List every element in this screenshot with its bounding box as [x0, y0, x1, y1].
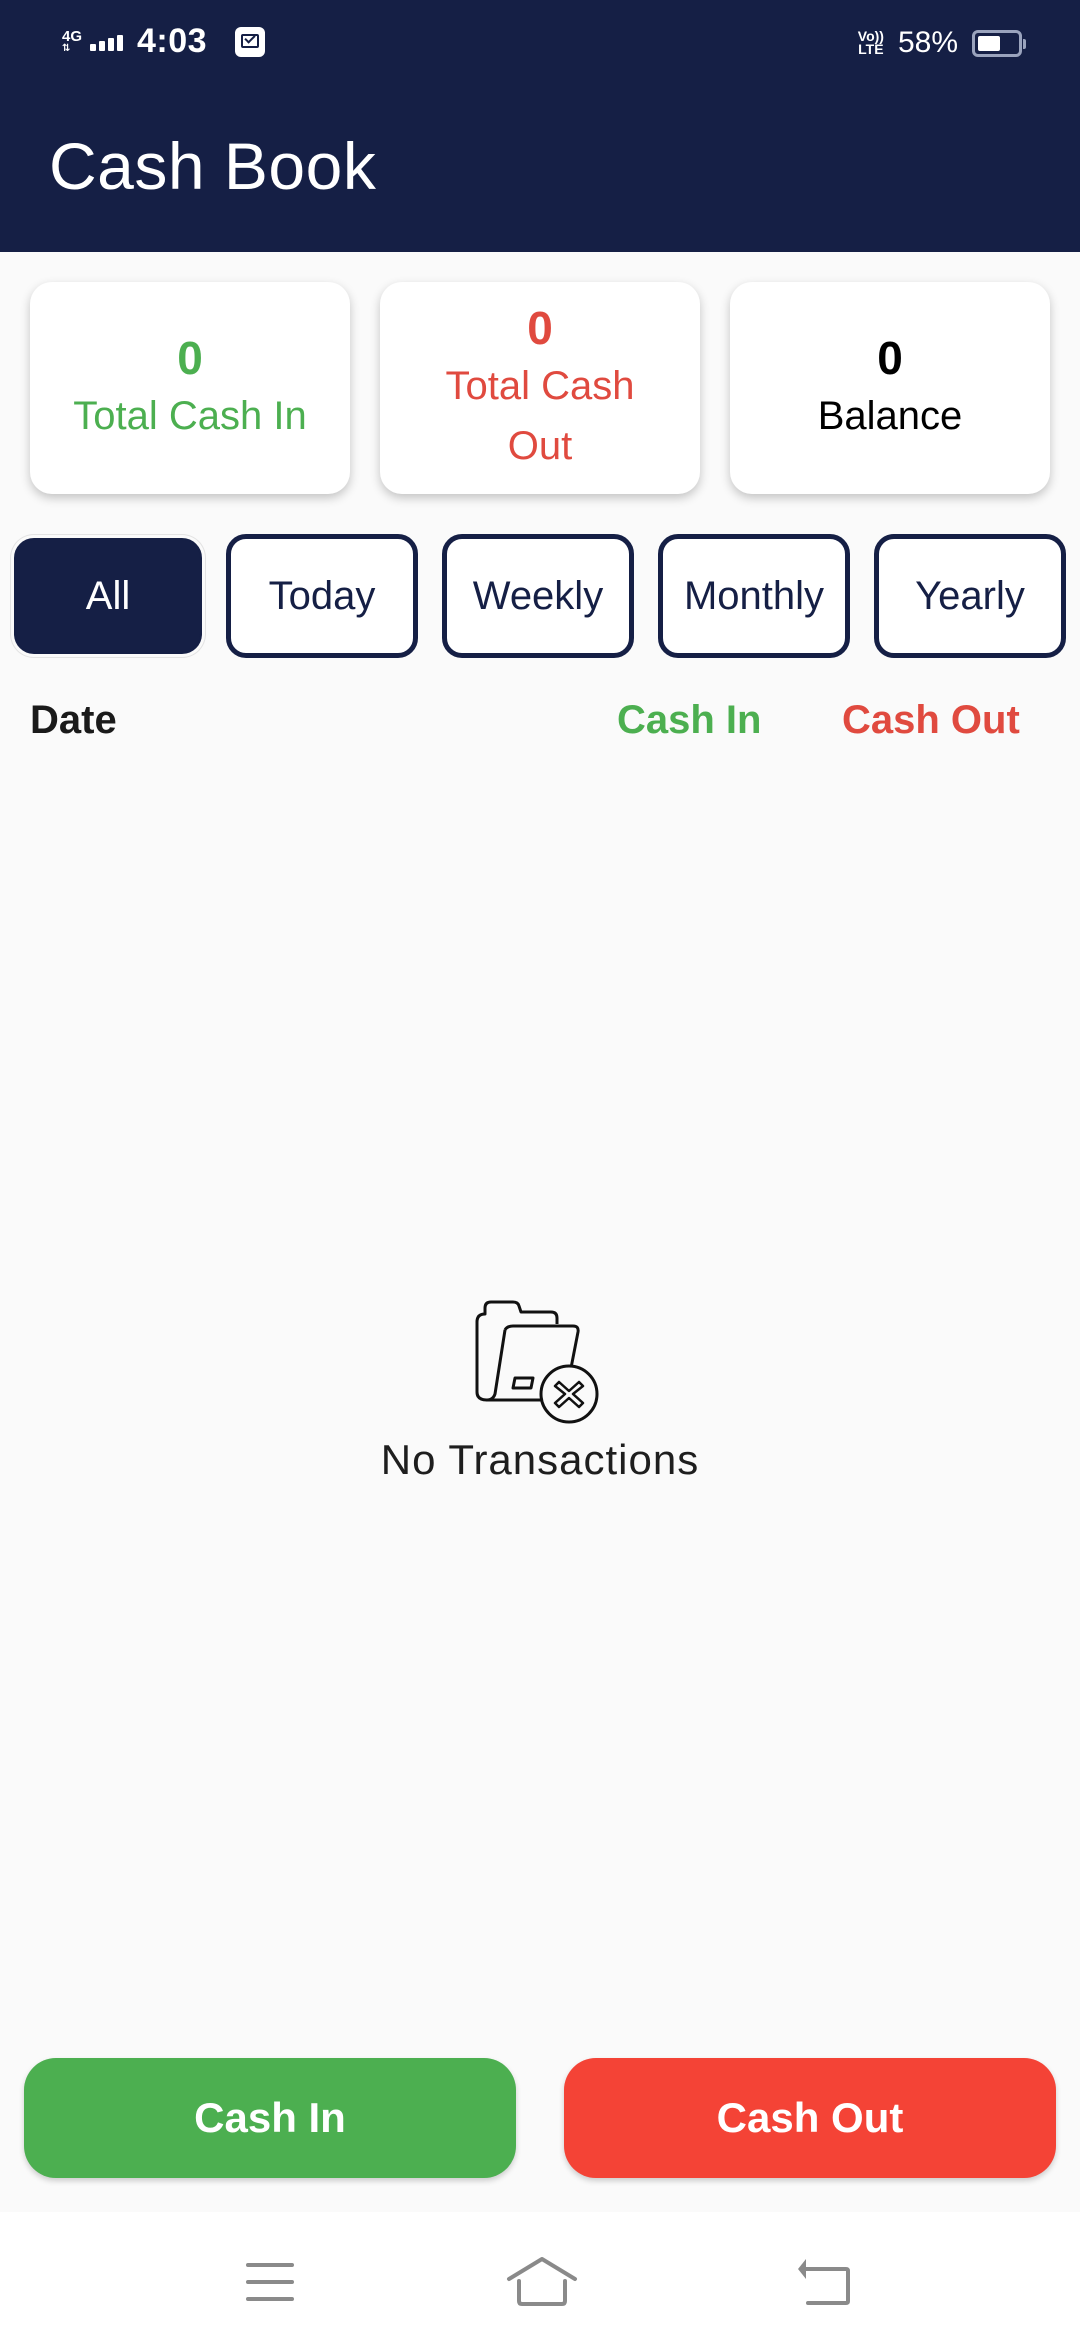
transaction-table-header: Date Cash In Cash Out [0, 694, 1080, 754]
empty-folder-icon [475, 1300, 599, 1424]
balance-card: 0 Balance [730, 282, 1050, 494]
back-icon [798, 2259, 850, 2305]
system-nav-bar [0, 2212, 1080, 2340]
balance-label: Balance [817, 394, 963, 438]
total-cash-out-value: 0 [527, 302, 553, 354]
menu-icon [246, 2263, 294, 2301]
signal-icon [90, 33, 124, 51]
filter-today[interactable]: Today [226, 534, 418, 658]
home-button[interactable] [502, 2252, 582, 2312]
column-cash-in: Cash In [617, 698, 762, 742]
menu-button[interactable] [231, 2252, 311, 2312]
filter-all[interactable]: All [14, 538, 202, 654]
empty-state: No Transactions [0, 1290, 1080, 1484]
back-button[interactable] [784, 2252, 864, 2312]
status-right: Vo)) LTE 58% [858, 26, 1026, 60]
filter-monthly[interactable]: Monthly [658, 534, 850, 658]
cash-out-button[interactable]: Cash Out [564, 2058, 1056, 2178]
status-left: 4G ⇅ 4:03 [62, 22, 266, 61]
total-cash-out-card: 0 Total Cash Out [380, 282, 700, 494]
summary-cards: 0 Total Cash In 0 Total Cash Out 0 Balan… [30, 282, 1050, 494]
action-buttons: Cash In Cash Out [24, 2058, 1056, 2178]
home-icon [507, 2257, 577, 2306]
column-date: Date [30, 698, 117, 742]
battery-icon [972, 29, 1026, 57]
filter-weekly[interactable]: Weekly [442, 534, 634, 658]
volte-bottom: LTE [858, 41, 884, 57]
data-arrows-icon: ⇅ [62, 42, 71, 54]
column-cash-out: Cash Out [842, 698, 1020, 742]
total-cash-out-label: Total Cash Out [445, 364, 635, 468]
app-header: 4G ⇅ 4:03 Vo)) LTE 58% Cash Book [0, 0, 1080, 252]
total-cash-in-card: 0 Total Cash In [30, 282, 350, 494]
network-4g-icon: 4G ⇅ [62, 27, 83, 54]
status-bar: 4G ⇅ 4:03 Vo)) LTE 58% [0, 0, 1080, 90]
status-time: 4:03 [137, 22, 208, 60]
balance-value: 0 [877, 332, 903, 384]
period-filter-tabs: All Today Weekly Monthly Yearly [14, 534, 1074, 658]
page-title: Cash Book [49, 129, 377, 203]
volte-icon: Vo)) LTE [858, 29, 884, 57]
battery-percent: 58% [897, 26, 958, 59]
filter-yearly[interactable]: Yearly [874, 534, 1066, 658]
network-type: 4G [62, 27, 83, 45]
notification-icon [235, 26, 266, 57]
empty-state-text: No Transactions [380, 1436, 700, 1483]
battery-fill [978, 35, 1001, 51]
total-cash-in-value: 0 [177, 332, 203, 384]
cash-in-button[interactable]: Cash In [24, 2058, 516, 2178]
total-cash-in-label: Total Cash In [73, 394, 307, 438]
